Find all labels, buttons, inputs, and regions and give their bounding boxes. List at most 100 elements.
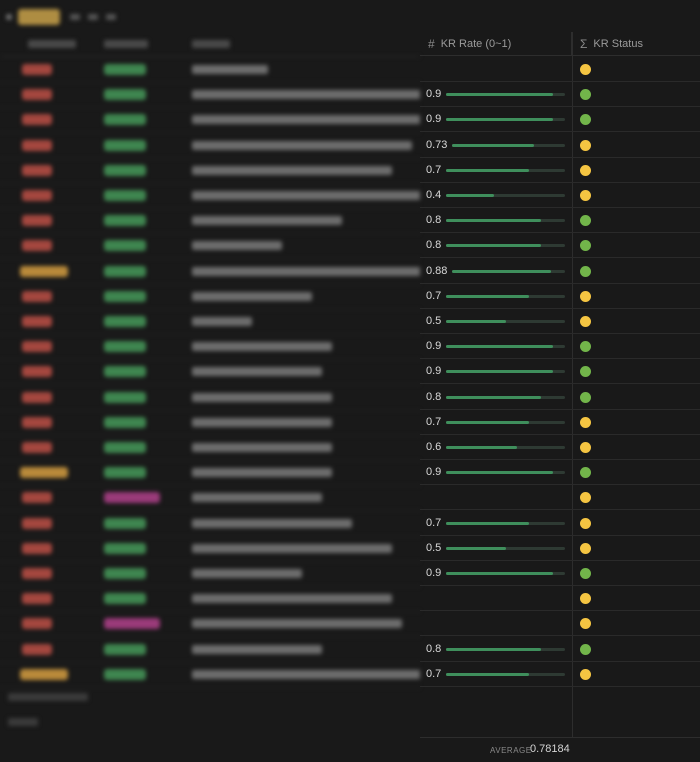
kr-row[interactable] xyxy=(420,586,700,612)
priority-tag[interactable] xyxy=(22,442,52,453)
table-row[interactable] xyxy=(0,183,420,209)
row-title[interactable] xyxy=(192,291,312,301)
calculate-button[interactable] xyxy=(8,718,38,726)
kr-row[interactable]: 0.7 xyxy=(420,158,700,183)
status-tag[interactable] xyxy=(104,416,146,428)
status-tag[interactable] xyxy=(104,391,146,403)
kr-row[interactable] xyxy=(420,611,700,637)
status-tag[interactable] xyxy=(104,442,146,453)
priority-tag[interactable] xyxy=(22,114,52,126)
status-column-header[interactable] xyxy=(104,40,148,48)
table-row[interactable] xyxy=(0,637,420,663)
status-tag[interactable] xyxy=(104,290,146,302)
table-row[interactable] xyxy=(0,511,420,537)
row-title[interactable] xyxy=(192,216,342,226)
status-tag[interactable] xyxy=(104,366,146,378)
table-row[interactable] xyxy=(0,82,420,109)
active-view-tab[interactable] xyxy=(18,9,60,25)
kr-row[interactable]: 0.9 xyxy=(420,82,700,108)
kr-row[interactable]: 0.7 xyxy=(420,662,700,687)
row-title[interactable] xyxy=(192,619,402,629)
status-tag[interactable] xyxy=(104,240,146,252)
kr-row[interactable]: 0.8 xyxy=(420,385,700,410)
kr-row[interactable]: 0.73 xyxy=(420,133,700,158)
status-tag[interactable] xyxy=(104,517,146,529)
kr-row[interactable]: 0.88 xyxy=(420,259,700,284)
kr-row[interactable]: 0.5 xyxy=(420,536,700,561)
table-row[interactable] xyxy=(0,586,420,613)
status-tag[interactable] xyxy=(104,114,146,126)
table-row[interactable] xyxy=(0,536,420,562)
priority-column-header[interactable] xyxy=(28,40,76,48)
priority-tag[interactable] xyxy=(22,391,52,403)
row-title[interactable] xyxy=(192,392,332,402)
kr-row[interactable]: 0.9 xyxy=(420,334,700,360)
status-tag[interactable] xyxy=(104,593,146,605)
priority-tag[interactable] xyxy=(22,568,52,579)
priority-tag[interactable] xyxy=(22,139,52,151)
priority-tag[interactable] xyxy=(22,190,52,201)
row-title[interactable] xyxy=(192,644,322,654)
row-title[interactable] xyxy=(192,443,332,452)
status-tag[interactable] xyxy=(104,568,146,579)
status-tag[interactable] xyxy=(104,643,146,655)
status-tag[interactable] xyxy=(104,215,146,227)
kr-status-column-header[interactable]: Σ KR Status xyxy=(572,32,700,56)
status-tag[interactable] xyxy=(104,89,146,101)
row-title[interactable] xyxy=(192,140,412,150)
row-title[interactable] xyxy=(192,367,322,377)
kr-row[interactable]: 0.8 xyxy=(420,208,700,234)
calculation-footer[interactable]: AVERAGE 0.78184 xyxy=(420,737,700,762)
table-row[interactable] xyxy=(0,284,420,310)
row-title[interactable] xyxy=(192,65,268,74)
table-row[interactable] xyxy=(0,460,420,487)
kr-row[interactable] xyxy=(420,57,700,82)
priority-tag[interactable] xyxy=(22,164,52,176)
row-title[interactable] xyxy=(192,165,392,175)
row-title[interactable] xyxy=(192,594,392,604)
table-row[interactable] xyxy=(0,133,420,159)
priority-tag[interactable] xyxy=(22,64,52,75)
row-title[interactable] xyxy=(192,569,302,578)
kr-row[interactable]: 0.6 xyxy=(420,435,700,460)
row-title[interactable] xyxy=(192,90,420,100)
name-column-header[interactable] xyxy=(192,40,230,48)
priority-tag[interactable] xyxy=(22,240,52,252)
row-title[interactable] xyxy=(192,493,322,503)
priority-tag[interactable] xyxy=(20,265,68,277)
priority-tag[interactable] xyxy=(22,492,52,504)
table-row[interactable] xyxy=(0,410,420,436)
priority-tag[interactable] xyxy=(20,467,68,479)
priority-tag[interactable] xyxy=(22,618,52,630)
row-title[interactable] xyxy=(192,669,420,679)
kr-row[interactable]: 0.8 xyxy=(420,233,700,259)
table-row[interactable] xyxy=(0,107,420,134)
kr-row[interactable]: 0.5 xyxy=(420,309,700,334)
status-tag[interactable] xyxy=(104,265,146,277)
status-tag[interactable] xyxy=(104,668,146,680)
row-title[interactable] xyxy=(192,266,420,276)
row-title[interactable] xyxy=(192,468,332,478)
table-row[interactable] xyxy=(0,334,420,361)
priority-tag[interactable] xyxy=(22,215,52,227)
table-row[interactable] xyxy=(0,233,420,260)
status-tag[interactable] xyxy=(104,467,146,479)
table-row[interactable] xyxy=(0,611,420,638)
status-tag[interactable] xyxy=(104,164,146,176)
row-title[interactable] xyxy=(192,241,282,251)
priority-tag[interactable] xyxy=(22,89,52,101)
table-row[interactable] xyxy=(0,208,420,235)
new-row-button[interactable] xyxy=(8,693,88,701)
kr-row[interactable]: 0.7 xyxy=(420,284,700,309)
table-row[interactable] xyxy=(0,485,420,512)
view-option-icon[interactable] xyxy=(70,14,80,20)
table-row[interactable] xyxy=(0,662,420,688)
kr-row[interactable]: 0.9 xyxy=(420,359,700,385)
priority-tag[interactable] xyxy=(22,341,52,353)
status-tag[interactable] xyxy=(104,316,146,327)
kr-row[interactable]: 0.9 xyxy=(420,561,700,586)
table-row[interactable] xyxy=(0,359,420,386)
kr-row[interactable]: 0.8 xyxy=(420,637,700,662)
view-option-icon[interactable] xyxy=(106,14,116,20)
view-option-icon[interactable] xyxy=(88,14,98,20)
